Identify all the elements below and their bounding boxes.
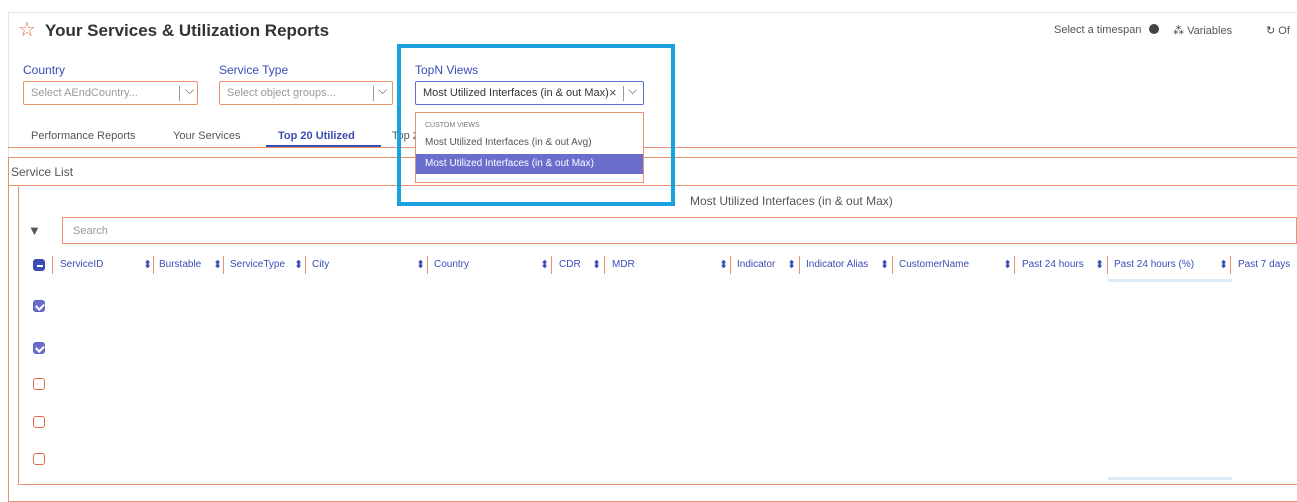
sort-icon[interactable]: ⬍ [880,258,889,271]
column-header-past-24-hours[interactable]: Past 24 hours [1022,259,1084,270]
table-title: Most Utilized Interfaces (in & out Max) [690,194,893,208]
column-separator [1230,256,1231,274]
variables-label: Variables [1187,25,1233,37]
column-separator [799,256,800,274]
service-type-label: Service Type [219,63,289,77]
column-separator [305,256,306,274]
variables-button[interactable]: ⁂ Variables [1173,24,1232,37]
country-select[interactable]: Select AEndCountry... ⌵ [23,81,198,105]
timespan-button[interactable]: Select a timespan [1054,24,1159,36]
tab-top-20-utilized[interactable]: Top 20 Utilized [278,130,355,142]
column-header-burstable[interactable]: Burstable [159,259,201,270]
column-highlight-bar [1108,477,1232,480]
refresh-label: Of [1278,25,1290,37]
filter-icon[interactable]: ▼ [28,223,41,238]
column-header-serviceid[interactable]: ServiceID [60,259,103,270]
select-all-checkbox[interactable] [33,259,45,271]
column-header-indicator-alias[interactable]: Indicator Alias [806,259,868,270]
sort-icon[interactable]: ⬍ [592,258,601,271]
sort-icon[interactable]: ⬍ [719,258,728,271]
select-separator [179,86,180,101]
column-separator [427,256,428,274]
sort-icon[interactable]: ⬍ [1219,258,1228,271]
search-placeholder: Search [73,225,108,237]
sort-icon[interactable]: ⬍ [1095,258,1104,271]
column-header-cdr[interactable]: CDR [559,259,581,270]
column-separator [892,256,893,274]
column-highlight-bar [1108,279,1232,282]
page-title: Your Services & Utilization Reports [45,21,330,40]
row-checkbox[interactable] [33,416,45,428]
country-placeholder: Select AEndCountry... [31,87,138,99]
column-header-servicetype[interactable]: ServiceType [230,259,285,270]
column-separator [551,256,552,274]
tab-performance-reports[interactable]: Performance Reports [31,130,136,142]
row-checkbox[interactable] [33,378,45,390]
tab-your-services[interactable]: Your Services [173,130,240,142]
column-header-past-7-days[interactable]: Past 7 days [1238,259,1290,270]
sort-icon[interactable]: ⬍ [540,258,549,271]
refresh-icon: ↻ [1266,25,1276,37]
row-checkbox[interactable] [33,453,45,465]
service-type-placeholder: Select object groups... [227,87,336,99]
column-separator [730,256,731,274]
service-type-select[interactable]: Select object groups... ⌵ [219,81,393,105]
search-input[interactable]: Search [62,217,1297,244]
column-header-past-24-hours-pct[interactable]: Past 24 hours (%) [1114,259,1194,270]
clock-icon [1148,24,1159,34]
sort-icon[interactable]: ⬍ [213,258,222,271]
column-header-indicator[interactable]: Indicator [737,259,775,270]
timespan-label: Select a timespan [1054,24,1142,36]
column-separator [223,256,224,274]
column-separator [1014,256,1015,274]
chevron-down-icon[interactable]: ⌵ [185,83,194,98]
favorite-star-icon[interactable]: ☆ [18,17,36,42]
column-header-customername[interactable]: CustomerName [899,259,969,270]
column-separator [1107,256,1108,274]
chevron-down-icon[interactable]: ⌵ [378,83,387,98]
sort-icon[interactable]: ⬍ [294,258,303,271]
row-checkbox[interactable] [33,300,45,312]
column-separator [153,256,154,274]
variables-icon: ⁂ [1173,25,1184,37]
column-header-mdr[interactable]: MDR [612,259,635,270]
column-separator [52,256,53,274]
sort-icon[interactable]: ⬍ [416,258,425,271]
row-checkbox[interactable] [33,342,45,354]
sort-icon[interactable]: ⬍ [143,258,152,271]
column-header-country[interactable]: Country [434,259,469,270]
sort-icon[interactable]: ⬍ [1003,258,1012,271]
service-list-title: Service List [11,165,74,179]
column-header-city[interactable]: City [312,259,329,270]
sort-icon[interactable]: ⬍ [787,258,796,271]
country-label: Country [23,63,66,77]
column-separator [604,256,605,274]
highlight-frame [397,44,675,206]
refresh-button[interactable]: ↻ Of [1266,24,1290,37]
top-divider [8,12,1297,13]
select-separator [373,86,374,101]
